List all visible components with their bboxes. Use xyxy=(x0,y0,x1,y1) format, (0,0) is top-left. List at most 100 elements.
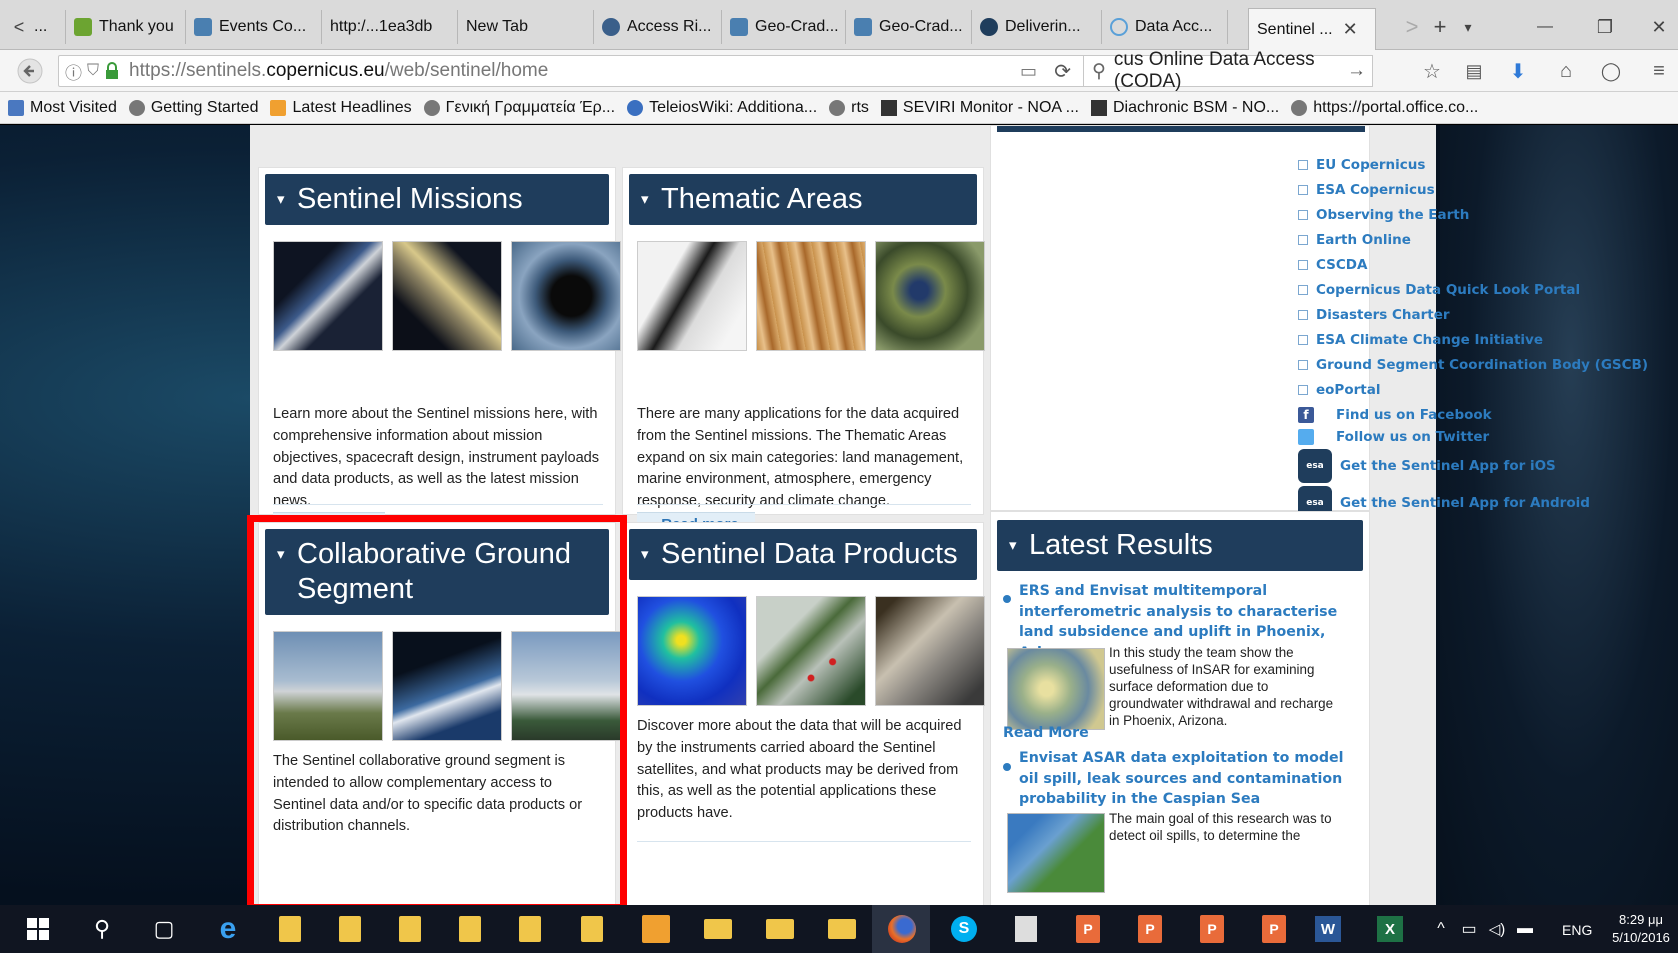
language-indicator[interactable]: ENG xyxy=(1562,922,1592,938)
link-observing-earth[interactable]: Observing the Earth xyxy=(1298,203,1678,228)
mail-button[interactable] xyxy=(702,913,734,945)
minimize-button[interactable]: — xyxy=(1530,10,1560,44)
pdf-button[interactable]: P xyxy=(1258,913,1290,945)
tab-data-access[interactable]: Data Acc... xyxy=(1102,10,1228,44)
mail-button[interactable] xyxy=(826,913,858,945)
outlook-calendar-button[interactable] xyxy=(640,913,672,945)
explorer-button[interactable] xyxy=(514,913,546,945)
caspian-thumbnail[interactable] xyxy=(1007,813,1105,893)
reload-icon[interactable]: ⟳ xyxy=(1054,59,1071,84)
heatmap-image[interactable] xyxy=(637,596,747,706)
bookmark-latest-headlines[interactable]: Latest Headlines xyxy=(270,99,412,117)
close-window-button[interactable]: ✕ xyxy=(1644,10,1674,44)
result-title-2[interactable]: Envisat ASAR data exploitation to model … xyxy=(1019,748,1349,810)
tab-sentinel-active[interactable]: Sentinel ... ✕ xyxy=(1248,8,1376,50)
phoenix-map-thumbnail[interactable] xyxy=(1007,648,1105,730)
tab-access-rights[interactable]: Access Ri... xyxy=(594,10,722,44)
tab-geo-crad-1[interactable]: Geo-Crad... xyxy=(722,10,846,44)
satellite-image[interactable] xyxy=(392,241,502,351)
task-view-button[interactable]: ▢ xyxy=(148,913,180,945)
link-earth-online[interactable]: Earth Online xyxy=(1298,228,1678,253)
notification-icon[interactable]: ▬ xyxy=(1514,913,1536,945)
bookmark-teleioswiki[interactable]: TeleiosWiki: Additiona... xyxy=(627,99,817,117)
explorer-button[interactable] xyxy=(274,913,306,945)
reader-view-icon[interactable]: ▭ xyxy=(1020,61,1037,82)
network-icon[interactable]: ▭ xyxy=(1458,913,1480,945)
volume-icon[interactable]: ◁) xyxy=(1484,913,1510,945)
link-gscb[interactable]: Ground Segment Coordination Body (GSCB) xyxy=(1298,353,1678,378)
read-more-link[interactable]: Read More xyxy=(1003,723,1089,744)
close-tab-icon[interactable]: ✕ xyxy=(1343,19,1358,40)
search-go-icon[interactable]: → xyxy=(1347,60,1366,82)
firefox-button[interactable] xyxy=(886,913,918,945)
twitter-link[interactable]: Follow us on Twitter xyxy=(1298,426,1678,448)
bookmark-getting-started[interactable]: Getting Started xyxy=(128,99,258,117)
mail-button[interactable] xyxy=(764,913,796,945)
link-climate-change-initiative[interactable]: ESA Climate Change Initiative xyxy=(1298,328,1678,353)
tab-list-button[interactable]: ▾ xyxy=(1456,10,1480,44)
new-tab-button[interactable]: + xyxy=(1426,10,1454,44)
facebook-link[interactable]: f Find us on Facebook xyxy=(1298,404,1678,426)
tab-geo-crad-2[interactable]: Geo-Crad... xyxy=(846,10,972,44)
card-title[interactable]: Sentinel Data Products xyxy=(629,529,977,580)
home-button[interactable]: ⌂ xyxy=(1552,56,1580,86)
bookmark-rts[interactable]: rts xyxy=(829,99,869,117)
pdf-button[interactable]: P xyxy=(1196,913,1228,945)
search-bar[interactable]: ⚲ cus Online Data Access (CODA) → xyxy=(1083,49,1373,92)
chat-button[interactable]: ◯ xyxy=(1597,56,1625,86)
pdf-button[interactable]: P xyxy=(1072,913,1104,945)
link-eu-copernicus[interactable]: EU Copernicus xyxy=(1298,153,1678,178)
tray-overflow-button[interactable]: ^ xyxy=(1430,913,1452,945)
explorer-button[interactable] xyxy=(576,913,608,945)
back-button[interactable] xyxy=(10,56,50,86)
link-disasters-charter[interactable]: Disasters Charter xyxy=(1298,303,1678,328)
tab-new-tab[interactable]: New Tab xyxy=(458,10,594,44)
menu-button[interactable]: ≡ xyxy=(1644,56,1674,86)
ios-app-link[interactable]: esa Get the Sentinel App for iOS xyxy=(1298,448,1678,484)
start-button[interactable] xyxy=(22,913,54,945)
tab-scroll-right-button[interactable]: > xyxy=(1400,10,1424,44)
edge-button[interactable]: e xyxy=(212,912,244,945)
tab-events[interactable]: Events Co... xyxy=(186,10,322,44)
cloud-image[interactable] xyxy=(875,596,985,706)
bookmark-diachronic[interactable]: Diachronic BSM - NO... xyxy=(1090,99,1279,117)
sea-ice-image[interactable] xyxy=(637,241,747,351)
delta-image[interactable] xyxy=(875,241,985,351)
card-title[interactable]: Thematic Areas xyxy=(629,174,977,225)
pdf-button[interactable]: P xyxy=(1134,913,1166,945)
search-input[interactable]: cus Online Data Access (CODA) xyxy=(1114,49,1372,93)
address-bar[interactable]: ⓘ ⛉ https://sentinels.copernicus.eu/web/… xyxy=(58,55,1086,87)
card-title[interactable]: Sentinel Missions xyxy=(265,174,609,225)
skype-button[interactable]: S xyxy=(948,913,980,945)
tab-thank-you[interactable]: Thank you xyxy=(66,10,186,44)
link-esa-copernicus[interactable]: ESA Copernicus xyxy=(1298,178,1678,203)
restore-button[interactable]: ❐ xyxy=(1590,10,1620,44)
link-cscda[interactable]: CSCDA xyxy=(1298,253,1678,278)
explorer-button[interactable] xyxy=(334,913,366,945)
search-taskbar-button[interactable]: ⚲ xyxy=(86,913,118,945)
bookmark-office-portal[interactable]: https://portal.office.co... xyxy=(1291,99,1478,117)
tab-http[interactable]: http:/...1ea3db xyxy=(322,10,458,44)
bookmark-star-button[interactable]: ☆ xyxy=(1418,56,1446,86)
bookmark-greek-secretariat[interactable]: Γενική Γραμματεία Έρ... xyxy=(423,99,615,117)
bookmark-most-visited[interactable]: Most Visited xyxy=(8,99,117,117)
tab-scroll-left-button[interactable]: < xyxy=(8,10,30,44)
tab-delivering[interactable]: Deliverin... xyxy=(972,10,1102,44)
terrain-image[interactable] xyxy=(756,241,866,351)
clock[interactable]: 8:29 μμ 5/10/2016 xyxy=(1604,911,1678,947)
satellite-image[interactable] xyxy=(273,241,383,351)
link-eoportal[interactable]: eoPortal xyxy=(1298,378,1678,403)
calculator-button[interactable] xyxy=(1010,913,1042,945)
downloads-button[interactable]: ⬇ xyxy=(1504,56,1532,86)
info-icon[interactable]: ⓘ xyxy=(65,59,82,84)
excel-button[interactable]: X xyxy=(1374,913,1406,945)
satellite-image[interactable] xyxy=(511,241,621,351)
explorer-button[interactable] xyxy=(394,913,426,945)
map-points-image[interactable] xyxy=(756,596,866,706)
bookmark-seviri[interactable]: SEVIRI Monitor - NOA ... xyxy=(880,99,1079,117)
library-button[interactable]: ▤ xyxy=(1460,56,1488,86)
link-quick-look-portal[interactable]: Copernicus Data Quick Look Portal xyxy=(1298,278,1678,303)
explorer-button[interactable] xyxy=(454,913,486,945)
tab-overflow[interactable]: ... xyxy=(30,10,66,44)
word-button[interactable]: W xyxy=(1312,913,1344,945)
